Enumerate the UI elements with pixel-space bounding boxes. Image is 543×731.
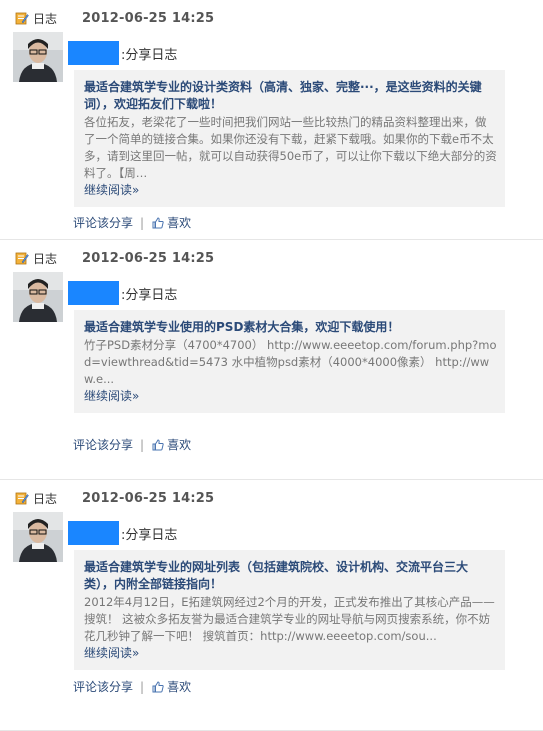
entry-actions: 评论该分享 | 喜欢 bbox=[73, 436, 191, 453]
blog-excerpt: 竹子PSD素材分享（4700*4700） http://www.eeeetop.… bbox=[84, 338, 497, 386]
entry-timestamp: 2012-06-25 14:25 bbox=[82, 250, 215, 266]
comment-share-link[interactable]: 评论该分享 bbox=[73, 678, 133, 695]
blog-edit-icon bbox=[15, 251, 29, 265]
shared-blog-card: 最适合建筑学专业使用的PSD素材大合集，欢迎下载使用！ 竹子PSD素材分享（47… bbox=[74, 310, 505, 413]
feed-entry: 日志 2012-06-25 14:25 :分享日志 最适合建筑学专业的网址列表（… bbox=[0, 480, 543, 731]
blog-title-link[interactable]: 最适合建筑学专业的设计类资料（高清、独家、完整···，是这些资料的关键词），欢迎… bbox=[84, 79, 497, 113]
username-redacted[interactable] bbox=[68, 281, 119, 305]
share-action-label: :分享日志 bbox=[121, 527, 178, 543]
like-link[interactable]: 喜欢 bbox=[167, 436, 191, 453]
read-more-link[interactable]: 继续阅读» bbox=[84, 182, 497, 199]
shared-blog-card: 最适合建筑学专业的网址列表（包括建筑院校、设计机构、交流平台三大类），内附全部链… bbox=[74, 550, 505, 670]
blog-title-link[interactable]: 最适合建筑学专业的网址列表（包括建筑院校、设计机构、交流平台三大类），内附全部链… bbox=[84, 559, 497, 593]
blog-excerpt: 2012年4月12日，E拓建筑网经过2个月的开发，正式发布推出了其核心产品——搜… bbox=[84, 595, 495, 643]
share-action-label: :分享日志 bbox=[121, 287, 178, 303]
avatar[interactable] bbox=[13, 32, 63, 82]
entry-type-label: 日志 bbox=[33, 491, 58, 506]
entry-title-line: :分享日志 bbox=[68, 521, 177, 545]
entry-header: 日志 2012-06-25 14:25 bbox=[15, 248, 214, 268]
entry-header: 日志 2012-06-25 14:25 bbox=[15, 8, 214, 28]
avatar[interactable] bbox=[13, 272, 63, 322]
entry-type-label: 日志 bbox=[33, 251, 58, 266]
entry-actions: 评论该分享 | 喜欢 bbox=[73, 214, 191, 231]
action-separator: | bbox=[140, 437, 145, 452]
share-action-label: :分享日志 bbox=[121, 47, 178, 63]
read-more-link[interactable]: 继续阅读» bbox=[84, 388, 497, 405]
entry-actions: 评论该分享 | 喜欢 bbox=[73, 678, 191, 695]
avatar[interactable] bbox=[13, 512, 63, 562]
blog-excerpt: 各位拓友，老梁花了一些时间把我们网站一些比较热门的精品资料整理出来，做了一个简单… bbox=[84, 115, 497, 180]
entry-title-line: :分享日志 bbox=[68, 281, 177, 305]
thumbs-up-icon[interactable] bbox=[152, 438, 164, 451]
feed-entry: 日志 2012-06-25 14:25 :分享日志 最适合建筑学专业使用的PSD… bbox=[0, 240, 543, 480]
entry-type-label: 日志 bbox=[33, 11, 58, 26]
action-separator: | bbox=[140, 215, 145, 230]
entry-title-line: :分享日志 bbox=[68, 41, 177, 65]
like-link[interactable]: 喜欢 bbox=[167, 678, 191, 695]
shared-blog-card: 最适合建筑学专业的设计类资料（高清、独家、完整···，是这些资料的关键词），欢迎… bbox=[74, 70, 505, 207]
comment-share-link[interactable]: 评论该分享 bbox=[73, 436, 133, 453]
entry-timestamp: 2012-06-25 14:25 bbox=[82, 10, 215, 26]
username-redacted[interactable] bbox=[68, 41, 119, 65]
thumbs-up-icon[interactable] bbox=[152, 680, 164, 693]
action-separator: | bbox=[140, 679, 145, 694]
comment-share-link[interactable]: 评论该分享 bbox=[73, 214, 133, 231]
read-more-link[interactable]: 继续阅读» bbox=[84, 645, 497, 662]
feed-entry: 日志 2012-06-25 14:25 :分享日志 最适合建筑学专业的设计类资料… bbox=[0, 0, 543, 240]
blog-title-link[interactable]: 最适合建筑学专业使用的PSD素材大合集，欢迎下载使用！ bbox=[84, 319, 497, 336]
thumbs-up-icon[interactable] bbox=[152, 216, 164, 229]
blog-edit-icon bbox=[15, 491, 29, 505]
share-feed: 日志 2012-06-25 14:25 :分享日志 最适合建筑学专业的设计类资料… bbox=[0, 0, 543, 731]
like-link[interactable]: 喜欢 bbox=[167, 214, 191, 231]
entry-header: 日志 2012-06-25 14:25 bbox=[15, 488, 214, 508]
blog-edit-icon bbox=[15, 11, 29, 25]
entry-timestamp: 2012-06-25 14:25 bbox=[82, 490, 215, 506]
username-redacted[interactable] bbox=[68, 521, 119, 545]
